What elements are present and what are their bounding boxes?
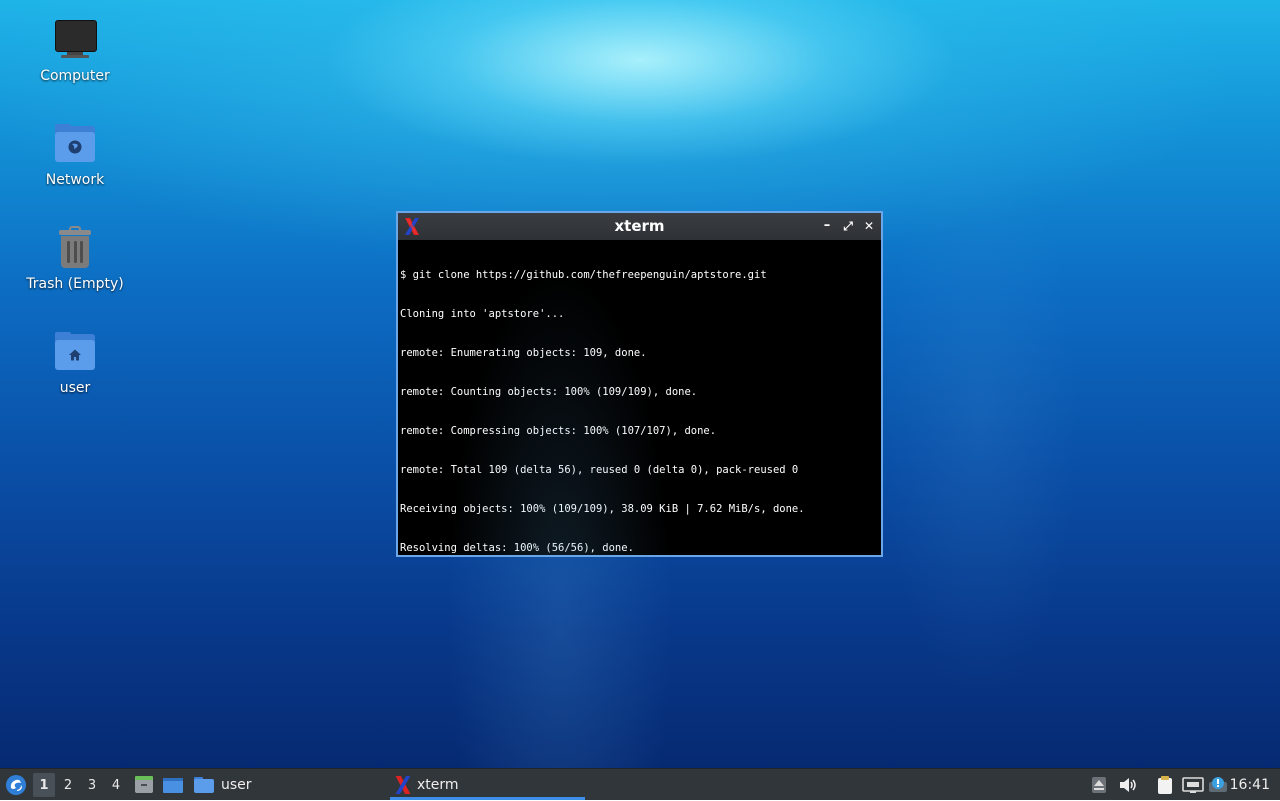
desktop-icon-label: Trash (Empty) [26,276,124,292]
desktop-background: Computer Network Trash (Empty) user xter… [0,0,1280,768]
task-label: user [221,777,252,793]
network-folder-icon [53,122,97,166]
maximize-button[interactable]: ⤢ [840,218,856,234]
terminal-line: remote: Enumerating objects: 109, done. [400,347,647,359]
desktop-icon-user-home[interactable]: user [15,330,135,396]
desktop-icon-trash[interactable]: Trash (Empty) [15,226,135,292]
minimize-button[interactable]: – [819,218,835,234]
xterm-icon [395,776,411,794]
terminal-line: Cloning into 'aptstore'... [400,308,565,320]
terminal-line: Resolving deltas: 100% (56/56), done. [400,542,634,554]
tray-updates-button[interactable] [1208,769,1228,801]
desktop-icon-computer[interactable]: Computer [15,18,135,84]
workspace-4[interactable]: 4 [105,773,127,797]
task-label: xterm [417,777,459,793]
desktop-icon-label: Network [45,172,105,188]
desktop-icon-network[interactable]: Network [15,122,135,188]
terminal-output[interactable]: $ git clone https://github.com/thefreepe… [398,240,881,555]
taskbar-clock[interactable]: 16:41 [1230,769,1270,801]
clipboard-icon [1158,776,1172,794]
start-menu-icon [6,775,26,795]
home-folder-icon [53,330,97,374]
eject-icon [1092,777,1106,793]
terminal-line: $ git clone https://github.com/thefreepe… [400,269,767,281]
workspace-3[interactable]: 3 [81,773,103,797]
file-manager-launcher[interactable] [134,769,154,801]
show-desktop-button[interactable] [162,769,184,801]
terminal-line: remote: Counting objects: 100% (109/109)… [400,386,698,398]
trash-icon [53,226,97,270]
taskbar: 1 2 3 4 user xterm 16:41 [0,768,1280,800]
file-cabinet-icon [135,776,153,793]
computer-icon [53,18,97,62]
folder-icon [194,777,214,793]
start-menu-button[interactable] [5,769,27,801]
window-title: xterm [614,217,665,235]
terminal-line: remote: Total 109 (delta 56), reused 0 (… [400,464,799,476]
workspace-1[interactable]: 1 [33,773,55,797]
workspace-2[interactable]: 2 [57,773,79,797]
xterm-titlebar[interactable]: xterm – ⤢ ✕ [398,213,881,240]
terminal-line: remote: Compressing objects: 100% (107/1… [400,425,717,437]
tray-network-button[interactable] [1182,769,1204,801]
update-notifier-icon [1209,777,1227,792]
tray-eject-button[interactable] [1090,769,1108,801]
tray-volume-button[interactable] [1118,769,1138,801]
desktop-icon [163,778,183,793]
desktop-icon-label: user [59,380,91,396]
xterm-window[interactable]: xterm – ⤢ ✕ $ git clone https://github.c… [396,211,883,557]
desktop-icon-label: Computer [40,68,110,84]
close-button[interactable]: ✕ [861,218,877,234]
task-user[interactable]: user [193,769,252,801]
network-icon [1182,777,1204,793]
terminal-line: Receiving objects: 100% (109/109), 38.09… [400,503,805,515]
speaker-icon [1120,778,1136,792]
tray-clipboard-button[interactable] [1155,769,1175,801]
